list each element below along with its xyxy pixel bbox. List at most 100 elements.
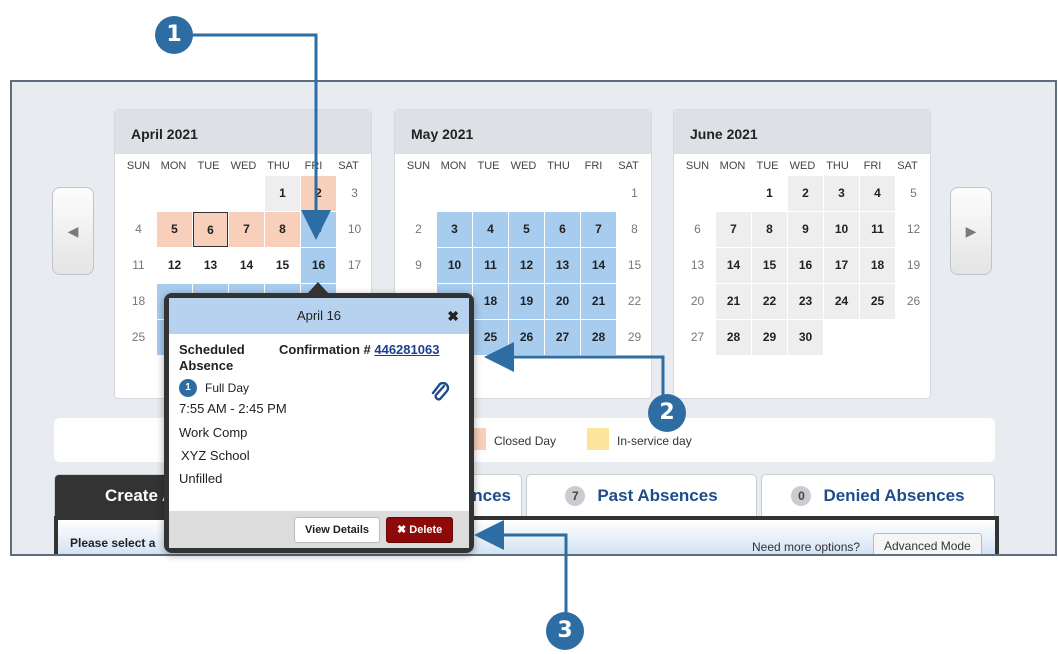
chevron-left-icon: ◀: [67, 222, 79, 239]
calendar-day[interactable]: 12: [509, 248, 544, 283]
calendar-day[interactable]: 7: [716, 212, 751, 247]
calendar-day[interactable]: 8: [752, 212, 787, 247]
confirmation-number-link[interactable]: 446281063: [374, 342, 439, 357]
calendar-day[interactable]: 26: [509, 320, 544, 355]
calendar-day[interactable]: 7: [581, 212, 616, 247]
calendar-day[interactable]: 5: [157, 212, 192, 247]
calendar-day[interactable]: 23: [788, 284, 823, 319]
past-count-badge: 7: [565, 485, 586, 506]
calendar-day[interactable]: 10: [337, 212, 372, 247]
calendar-day[interactable]: 20: [680, 284, 715, 319]
popup-pointer: [307, 282, 329, 294]
calendar-day[interactable]: 21: [581, 284, 616, 319]
calendar-day[interactable]: 25: [473, 320, 508, 355]
calendar-day[interactable]: 5: [509, 212, 544, 247]
calendar-day[interactable]: 2: [788, 176, 823, 211]
calendar-day[interactable]: 9: [301, 212, 336, 247]
calendar-day[interactable]: 1: [265, 176, 300, 211]
calendar-day[interactable]: 2: [401, 212, 436, 247]
delete-button[interactable]: ✖ Delete: [386, 517, 454, 543]
calendar-day[interactable]: 6: [545, 212, 580, 247]
days-of-week: SUN MON TUE WED THU FRI SAT: [115, 160, 371, 172]
calendar-day[interactable]: 20: [545, 284, 580, 319]
popup-date: April 16: [296, 308, 342, 323]
calendar-day[interactable]: 2: [301, 176, 336, 211]
calendar-day[interactable]: 6: [680, 212, 715, 247]
calendar-day[interactable]: 28: [581, 320, 616, 355]
calendar-day[interactable]: 13: [545, 248, 580, 283]
calendar-day[interactable]: 15: [265, 248, 300, 283]
view-details-button[interactable]: View Details: [294, 517, 380, 543]
calendar-day[interactable]: 7: [229, 212, 264, 247]
tab-past-absences[interactable]: 7 Past Absences: [526, 474, 757, 516]
calendar-day[interactable]: 15: [617, 248, 652, 283]
calendar-day[interactable]: 30: [788, 320, 823, 355]
calendar-day[interactable]: 4: [473, 212, 508, 247]
calendar-day[interactable]: 12: [896, 212, 931, 247]
calendar-day[interactable]: 21: [716, 284, 751, 319]
calendar-day[interactable]: 14: [581, 248, 616, 283]
prev-month-button[interactable]: ◀: [52, 187, 94, 275]
calendar-day[interactable]: 11: [473, 248, 508, 283]
tab-label: Past Absences: [597, 485, 718, 505]
paperclip-icon[interactable]: [430, 381, 450, 407]
calendar-day[interactable]: 6: [193, 212, 228, 247]
calendar-day[interactable]: 1: [752, 176, 787, 211]
calendar-day[interactable]: 12: [157, 248, 192, 283]
day-of-week-label: WED: [789, 160, 816, 172]
calendar-day[interactable]: 13: [193, 248, 228, 283]
absence-title: Scheduled Absence: [179, 342, 245, 374]
calendar-day[interactable]: 22: [617, 284, 652, 319]
calendar-day[interactable]: 9: [401, 248, 436, 283]
calendar-day[interactable]: 17: [337, 248, 372, 283]
calendar-day[interactable]: 3: [824, 176, 859, 211]
calendar-day[interactable]: 17: [824, 248, 859, 283]
day-of-week-label: FRI: [863, 160, 882, 172]
calendar-day[interactable]: 29: [752, 320, 787, 355]
calendar-day[interactable]: 18: [121, 284, 156, 319]
calendar-day[interactable]: 8: [617, 212, 652, 247]
calendar-day[interactable]: 24: [824, 284, 859, 319]
calendar-day[interactable]: 15: [752, 248, 787, 283]
day-of-week-label: WED: [230, 160, 257, 172]
calendar-day[interactable]: 18: [860, 248, 895, 283]
calendar-day[interactable]: 28: [716, 320, 751, 355]
calendar-day[interactable]: 8: [265, 212, 300, 247]
advanced-mode-button[interactable]: Advanced Mode: [873, 533, 982, 554]
calendar-day[interactable]: 3: [337, 176, 372, 211]
calendar-day[interactable]: 10: [824, 212, 859, 247]
calendar-day[interactable]: 13: [680, 248, 715, 283]
calendar-day[interactable]: 25: [121, 320, 156, 355]
tab-denied-absences[interactable]: 0 Denied Absences: [761, 474, 995, 516]
calendar-day[interactable]: 16: [301, 248, 336, 283]
calendar-day[interactable]: 22: [752, 284, 787, 319]
calendar-day[interactable]: 10: [437, 248, 472, 283]
calendar-day[interactable]: 25: [860, 284, 895, 319]
calendar-day[interactable]: 11: [860, 212, 895, 247]
calendar-day[interactable]: 27: [545, 320, 580, 355]
calendar-day[interactable]: 14: [229, 248, 264, 283]
close-icon[interactable]: ✖: [447, 298, 459, 334]
confirmation: Confirmation # 446281063: [279, 342, 439, 357]
next-month-button[interactable]: ▶: [950, 187, 992, 275]
absence-location: XYZ School: [181, 448, 250, 463]
calendar-day[interactable]: 4: [860, 176, 895, 211]
calendar-day[interactable]: 29: [617, 320, 652, 355]
calendar-day[interactable]: 26: [896, 284, 931, 319]
calendar-day[interactable]: 1: [617, 176, 652, 211]
days-of-week: SUN MON TUE WED THU FRI SAT: [674, 160, 930, 172]
calendar-day[interactable]: 3: [437, 212, 472, 247]
calendar-day[interactable]: 14: [716, 248, 751, 283]
calendar-day[interactable]: 5: [896, 176, 931, 211]
tab-label: Denied Absences: [823, 485, 965, 505]
chevron-right-icon: ▶: [965, 222, 977, 239]
calendar-day[interactable]: 11: [121, 248, 156, 283]
calendar-day[interactable]: 18: [473, 284, 508, 319]
calendar-day[interactable]: 9: [788, 212, 823, 247]
calendar-day[interactable]: 4: [121, 212, 156, 247]
calendar-day[interactable]: 19: [896, 248, 931, 283]
calendar-day[interactable]: 27: [680, 320, 715, 355]
calendar-day[interactable]: 19: [509, 284, 544, 319]
calendar-day[interactable]: 16: [788, 248, 823, 283]
day-of-week-label: TUE: [477, 160, 500, 172]
